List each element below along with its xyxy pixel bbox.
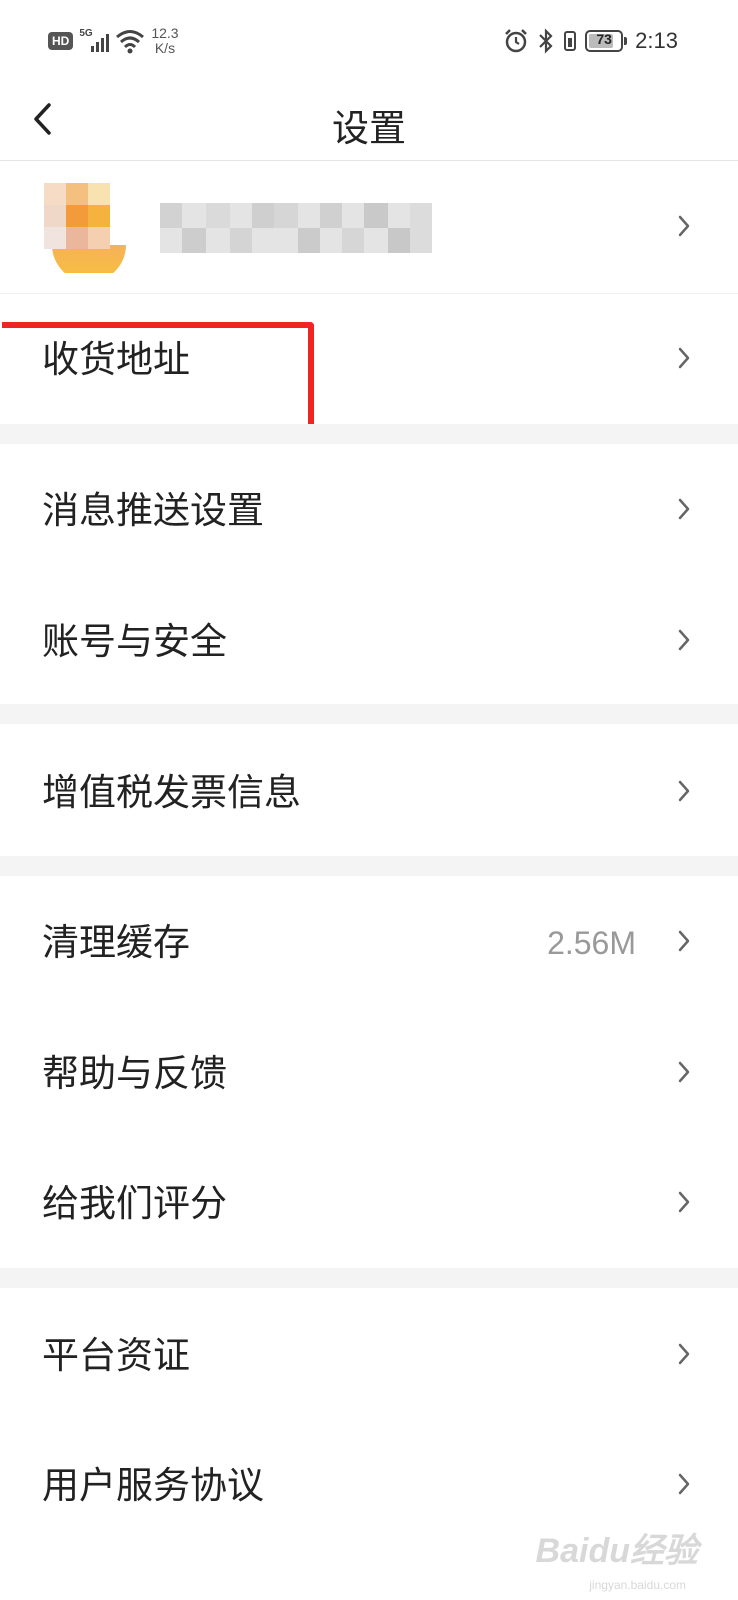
menu-item-platform-cert[interactable]: 平台资证	[0, 1288, 738, 1418]
nav-bar: 设置	[0, 84, 738, 161]
wifi-icon	[116, 30, 145, 54]
watermark-url: jingyan.baidu.com	[589, 1578, 686, 1592]
network-speed: 12.3 K/s	[151, 26, 178, 56]
status-left: HD 5G 12.3 K/s	[48, 26, 179, 56]
section-separator	[0, 856, 738, 876]
alarm-icon	[505, 29, 528, 53]
menu-item-clear-cache[interactable]: 清理缓存 2.56M	[0, 876, 738, 1008]
battery-icon: 73	[585, 30, 628, 52]
status-right: 73 2:13	[503, 28, 678, 54]
vibrate-icon	[564, 31, 577, 51]
menu-item-push-settings[interactable]: 消息推送设置	[0, 444, 738, 574]
section-separator	[0, 704, 738, 724]
chevron-right-icon	[678, 1473, 690, 1495]
chevron-right-icon	[678, 629, 690, 651]
menu-item-label: 用户服务协议	[42, 1465, 264, 1506]
user-name-blurred	[160, 203, 432, 253]
menu-item-label: 给我们评分	[42, 1183, 227, 1224]
page-title: 设置	[332, 108, 406, 149]
chevron-right-icon	[678, 1191, 690, 1213]
watermark-logo: Baidu经验	[535, 1532, 698, 1570]
menu-item-invoice[interactable]: 增值税发票信息	[0, 724, 738, 856]
menu-item-account-security[interactable]: 账号与安全	[0, 574, 738, 704]
status-bar: HD 5G 12.3 K/s 73 2:13	[0, 0, 738, 84]
section-separator	[0, 1268, 738, 1288]
clock: 2:13	[635, 28, 678, 53]
bluetooth-icon	[539, 28, 553, 54]
menu-item-help-feedback[interactable]: 帮助与反馈	[0, 1008, 738, 1138]
section-separator	[0, 424, 738, 444]
profile-row[interactable]	[0, 161, 738, 294]
chevron-right-icon	[678, 780, 690, 802]
speed-value: 12.3	[151, 25, 179, 41]
hd-badge: HD	[48, 32, 74, 50]
chevron-right-icon	[678, 215, 690, 237]
chevron-right-icon	[678, 930, 690, 952]
menu-item-label: 帮助与反馈	[42, 1053, 227, 1094]
menu-item-label: 账号与安全	[42, 621, 227, 662]
chevron-right-icon	[678, 498, 690, 520]
cache-size: 2.56M	[547, 925, 636, 961]
signal-icon: 5G	[79, 28, 110, 52]
menu-item-label: 平台资证	[42, 1335, 190, 1376]
chevron-right-icon	[678, 1343, 690, 1365]
chevron-right-icon	[678, 1061, 690, 1083]
chevron-right-icon	[678, 347, 690, 369]
speed-unit: K/s	[154, 40, 176, 56]
battery-level: 73	[596, 31, 612, 47]
avatar	[44, 183, 126, 273]
menu-item-label: 消息推送设置	[42, 490, 264, 531]
menu-item-label: 增值税发票信息	[42, 772, 301, 813]
network-type: 5G	[79, 28, 93, 39]
menu-item-rate-us[interactable]: 给我们评分	[0, 1138, 738, 1268]
menu-item-label: 清理缓存	[42, 922, 190, 963]
